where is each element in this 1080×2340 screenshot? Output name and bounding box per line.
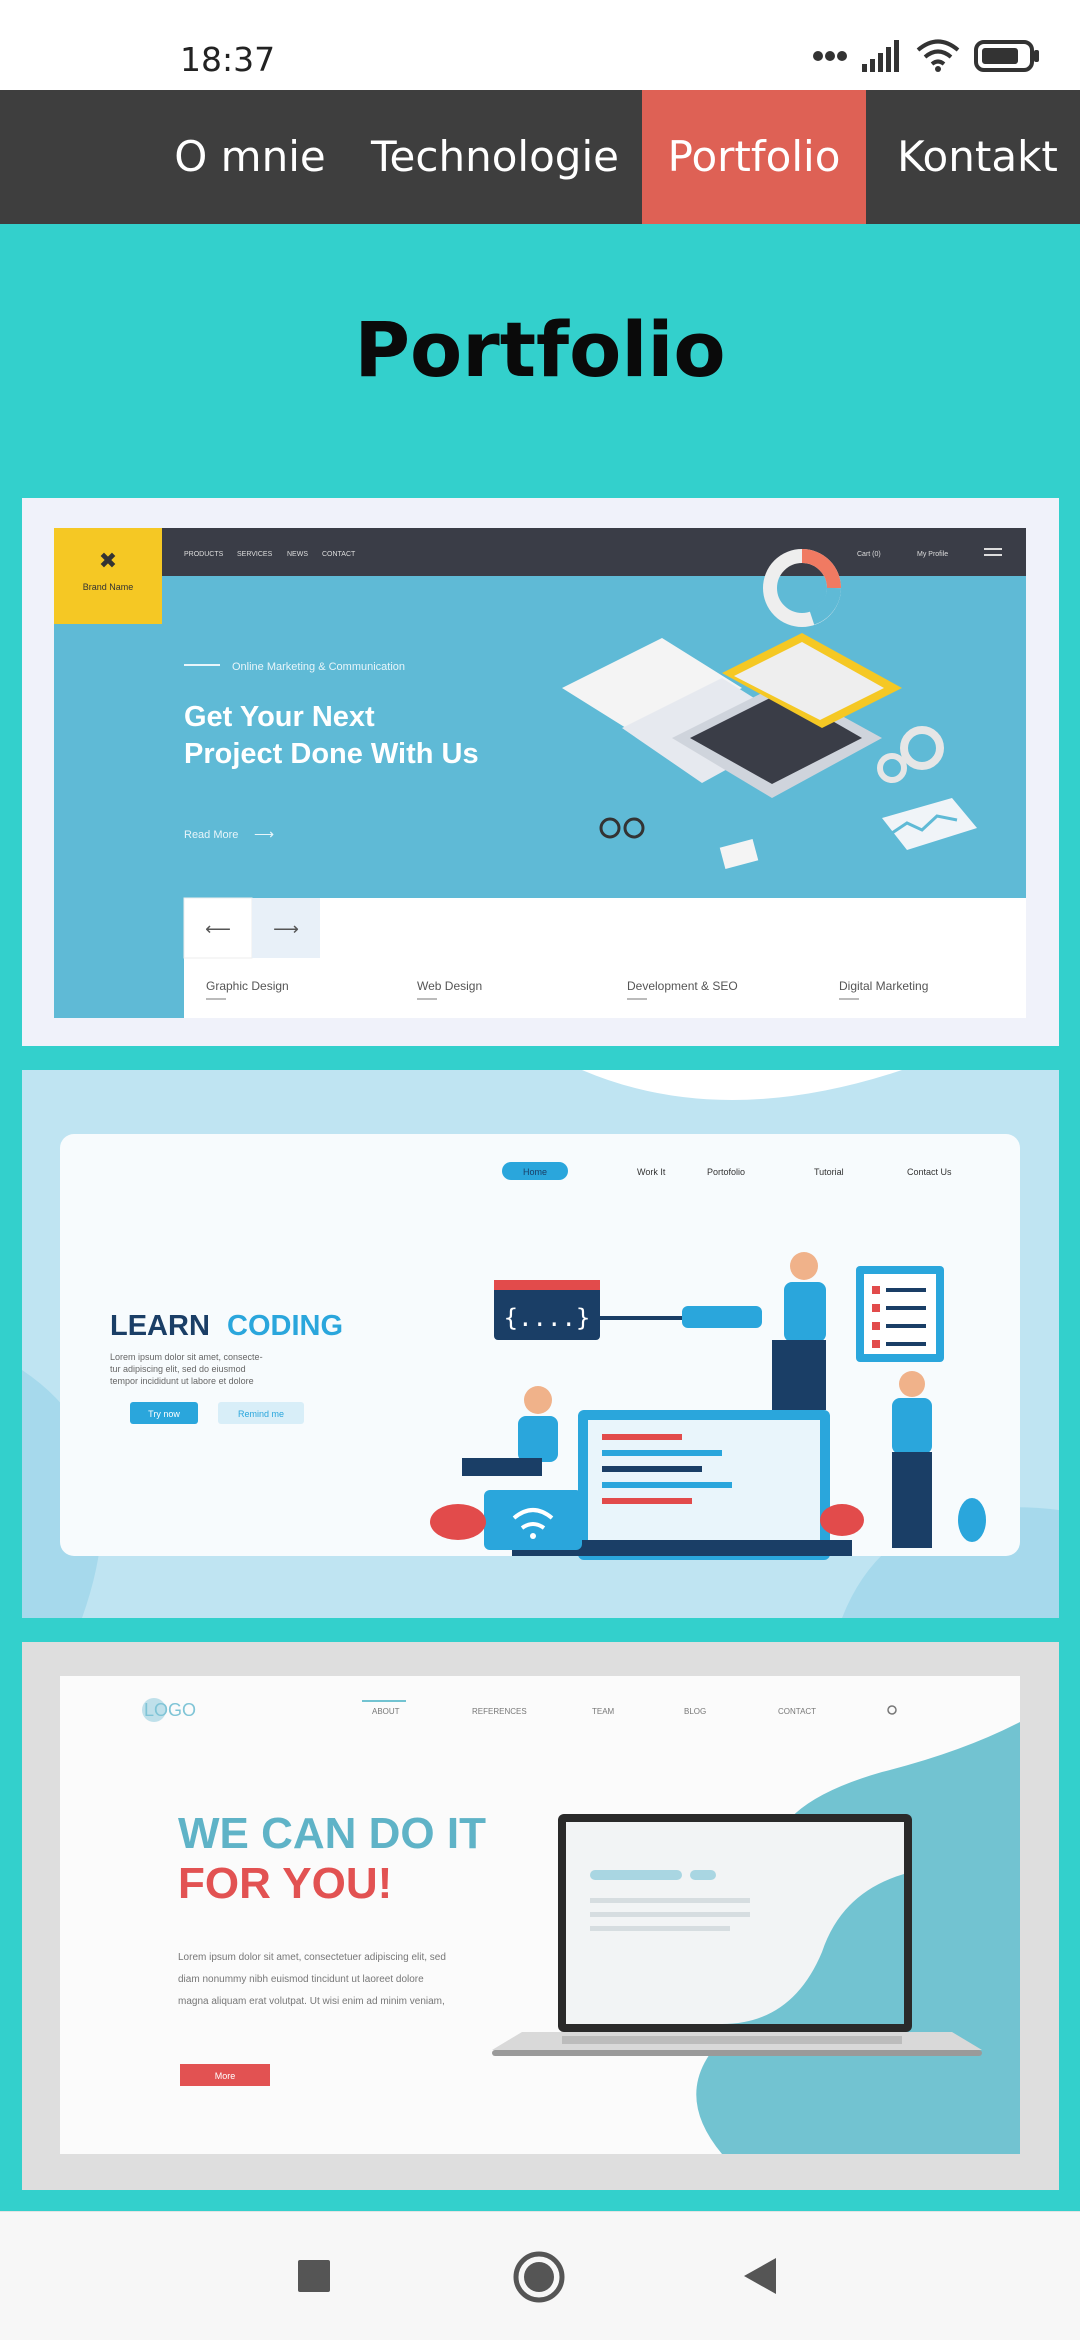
svg-text:magna aliquam erat volutpat. U: magna aliquam erat volutpat. Ut wisi eni… xyxy=(178,1996,445,2007)
nav-item-kontakt[interactable]: Kontakt xyxy=(885,90,1070,224)
svg-text:Try now: Try now xyxy=(148,1409,180,1419)
svg-text:REFERENCES: REFERENCES xyxy=(472,1707,527,1716)
status-time: 18:37 xyxy=(180,40,276,79)
battery-icon xyxy=(974,40,1039,72)
svg-text:Web Design: Web Design xyxy=(417,979,482,993)
nav-item-portfolio[interactable]: Portfolio xyxy=(642,90,866,224)
portfolio-image-3: LOGO ABOUT REFERENCES TEAM BLOG CONTACT … xyxy=(22,1642,1059,2190)
laptop-mockup xyxy=(492,1814,982,2056)
svg-text:Development & SEO: Development & SEO xyxy=(627,979,738,993)
svg-text:Digital Marketing: Digital Marketing xyxy=(839,979,928,993)
svg-text:Portofolio: Portofolio xyxy=(707,1167,745,1177)
portfolio-image-2: Home Work It Portofolio Tutorial Contact… xyxy=(22,1070,1059,1618)
svg-text:CONTACT: CONTACT xyxy=(778,1707,816,1716)
status-bar: 18:37 xyxy=(0,0,1080,90)
next-arrow-icon: ⟶ xyxy=(273,919,299,939)
system-nav-bar xyxy=(0,2211,1080,2340)
brand-logo-mark: ✖ xyxy=(99,548,117,573)
svg-text:WE CAN DO IT: WE CAN DO IT xyxy=(178,1809,486,1858)
svg-text:LEARN: LEARN xyxy=(110,1310,210,1342)
svg-text:TEAM: TEAM xyxy=(592,1707,615,1716)
status-icons xyxy=(812,36,1040,76)
svg-text:tur adipiscing elit, sed do ei: tur adipiscing elit, sed do eiusmod xyxy=(110,1364,246,1374)
prev-arrow-icon: ⟵ xyxy=(205,919,231,939)
svg-text:Remind me: Remind me xyxy=(238,1409,284,1419)
wifi-icon xyxy=(916,39,960,72)
signal-icon xyxy=(862,40,899,72)
svg-text:Cart (0): Cart (0) xyxy=(857,551,881,558)
svg-text:⟶: ⟶ xyxy=(254,826,274,842)
svg-text:CODING: CODING xyxy=(227,1310,343,1342)
svg-text:My Profile: My Profile xyxy=(917,551,948,558)
svg-text:Online Marketing & Communicati: Online Marketing & Communication xyxy=(232,661,405,673)
portfolio-item-2[interactable]: Home Work It Portofolio Tutorial Contact… xyxy=(22,1070,1059,1618)
svg-text:Project Done With Us: Project Done With Us xyxy=(184,738,479,770)
portfolio-item-3[interactable]: LOGO ABOUT REFERENCES TEAM BLOG CONTACT … xyxy=(22,1642,1059,2190)
svg-text:Contact Us: Contact Us xyxy=(907,1167,952,1177)
nav-item-o-mnie[interactable]: O mnie xyxy=(170,90,330,224)
svg-text:Get Your Next: Get Your Next xyxy=(184,701,375,733)
svg-text:PRODUCTS: PRODUCTS xyxy=(184,551,224,558)
svg-text:LOGO: LOGO xyxy=(144,1700,196,1720)
nav-item-technologie[interactable]: Technologie xyxy=(360,90,630,224)
brand-name: Brand Name xyxy=(83,582,134,592)
svg-text:ABOUT: ABOUT xyxy=(372,1707,400,1716)
portfolio-image-1: ✖ Brand Name PRODUCTS SERVICES NEWS CONT… xyxy=(22,498,1059,1046)
svg-text:{....}: {....} xyxy=(504,1304,591,1332)
svg-text:Home: Home xyxy=(523,1167,547,1177)
recents-square-icon[interactable] xyxy=(298,2260,330,2292)
svg-text:Work It: Work It xyxy=(637,1167,666,1177)
svg-text:Read More: Read More xyxy=(184,829,238,841)
svg-text:diam nonummy nibh euismod tinc: diam nonummy nibh euismod tincidunt ut l… xyxy=(178,1974,424,1985)
svg-text:Graphic Design: Graphic Design xyxy=(206,979,289,993)
svg-text:CONTACT: CONTACT xyxy=(322,551,356,558)
svg-text:FOR YOU!: FOR YOU! xyxy=(178,1859,392,1908)
page-title: Portfolio xyxy=(354,305,726,394)
portfolio-item-1[interactable]: ✖ Brand Name PRODUCTS SERVICES NEWS CONT… xyxy=(22,498,1059,1046)
svg-text:tempor incididunt ut labore et: tempor incididunt ut labore et dolore xyxy=(110,1376,254,1386)
svg-text:More: More xyxy=(215,2071,236,2081)
svg-text:Tutorial: Tutorial xyxy=(814,1167,844,1177)
svg-text:Lorem ipsum dolor sit amet, co: Lorem ipsum dolor sit amet, consecte- xyxy=(110,1352,263,1362)
home-circle-icon[interactable] xyxy=(512,2250,566,2304)
site-nav: O mnie Technologie Portfolio Kontakt xyxy=(0,90,1080,224)
svg-text:BLOG: BLOG xyxy=(684,1707,706,1716)
svg-text:NEWS: NEWS xyxy=(287,551,308,558)
back-triangle-icon[interactable] xyxy=(742,2256,778,2296)
svg-text:Lorem ipsum dolor sit amet, co: Lorem ipsum dolor sit amet, consectetuer… xyxy=(178,1952,446,1963)
svg-text:SERVICES: SERVICES xyxy=(237,551,273,558)
more-dots-icon xyxy=(813,51,847,61)
